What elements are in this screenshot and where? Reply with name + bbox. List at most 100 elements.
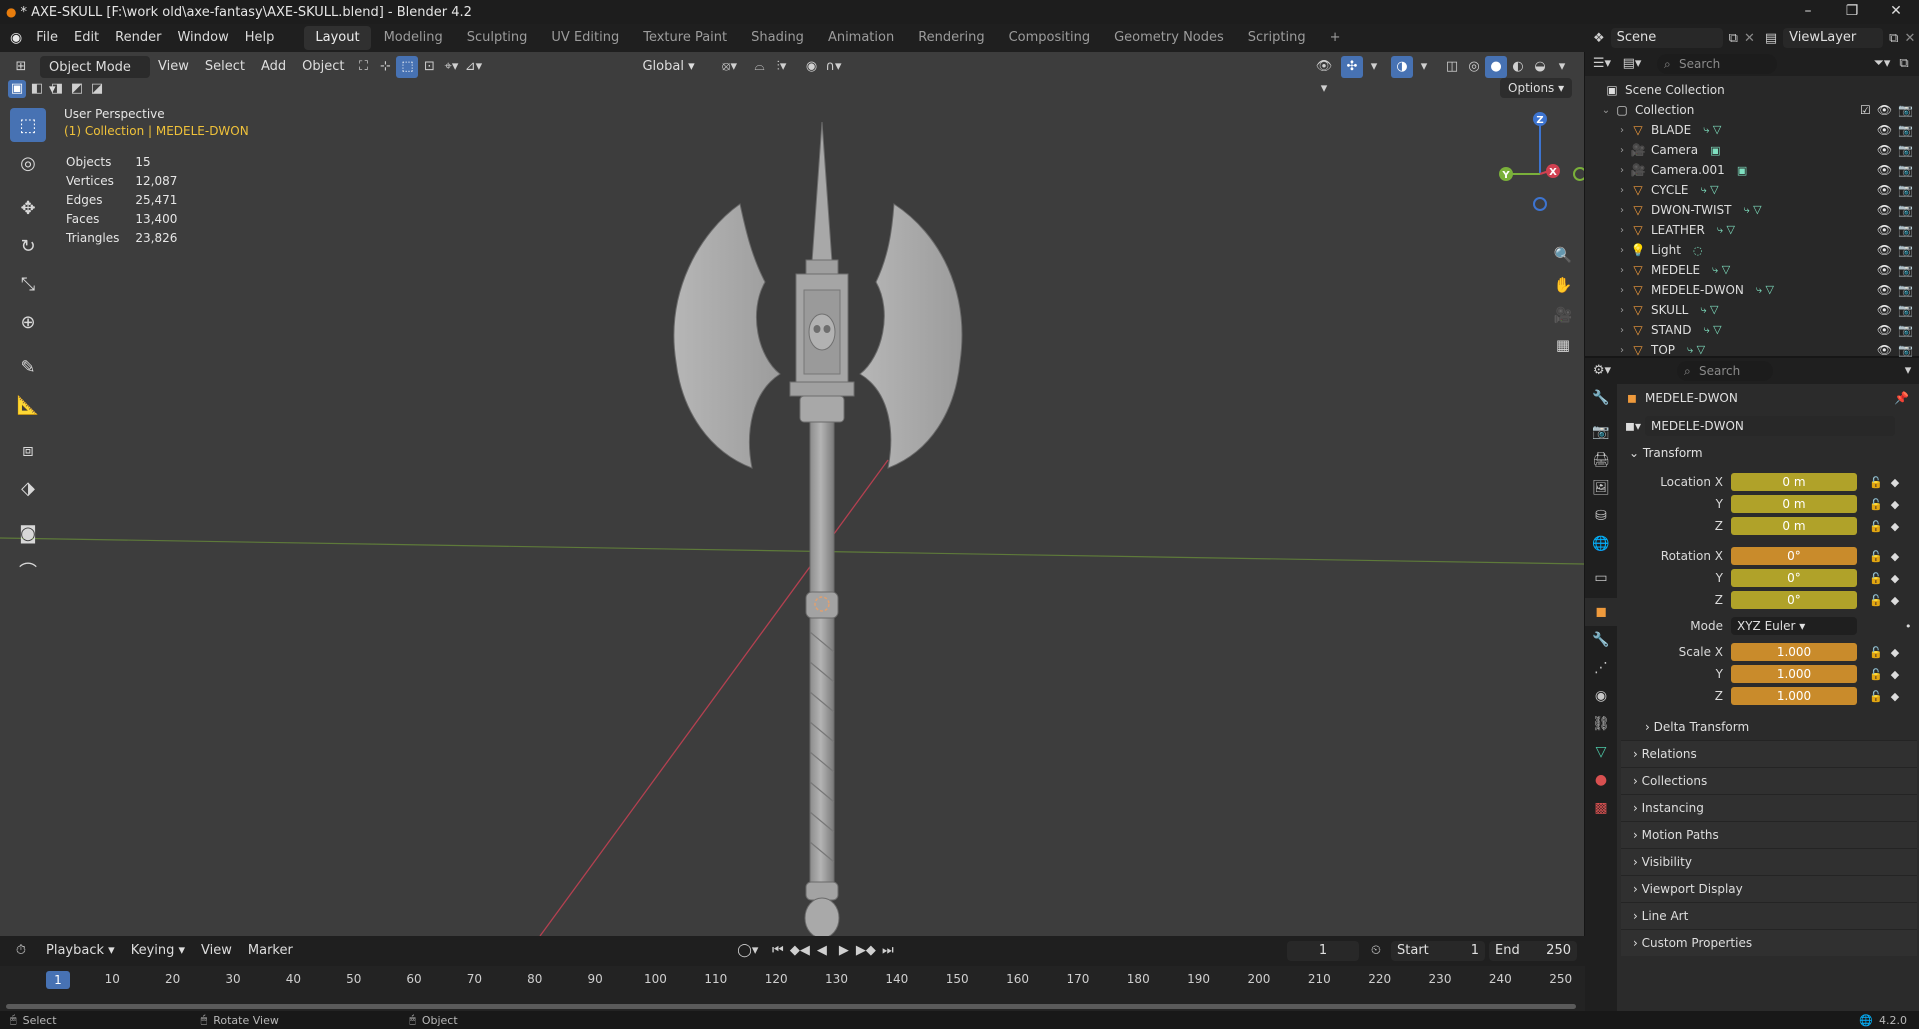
keyframe-icon[interactable]: ◆ bbox=[1891, 550, 1899, 563]
eye-icon[interactable]: 👁 bbox=[1877, 223, 1892, 237]
measure-tool-icon[interactable]: 📐 bbox=[10, 388, 46, 422]
outliner-item-cycle[interactable]: › ▽ CYCLE ⤷ ▽ 👁 📷 bbox=[1585, 180, 1919, 200]
preview-range-icon[interactable]: ⏲ bbox=[1365, 940, 1387, 962]
new-view-layer-icon[interactable]: ⧉ bbox=[1889, 31, 1898, 46]
annotate-tool-icon[interactable]: ✎ bbox=[10, 350, 46, 384]
lock-icon[interactable]: 🔓 bbox=[1869, 520, 1883, 533]
transform-affect-icon[interactable]: ⊡ bbox=[418, 56, 440, 78]
panel-viewport-display[interactable]: › Viewport Display bbox=[1621, 875, 1917, 902]
menu-edit[interactable]: Edit bbox=[66, 24, 107, 52]
overlays-dropdown-icon[interactable]: ▾ bbox=[1413, 56, 1435, 78]
keyframe-icon[interactable]: ◆ bbox=[1891, 594, 1899, 607]
modifier-mesh-data-icon[interactable]: ⤷ ▽ bbox=[1687, 343, 1705, 357]
modifier-mesh-data-icon[interactable]: ⤷ ▽ bbox=[1700, 303, 1718, 317]
play-reverse-icon[interactable]: ◀ bbox=[811, 940, 833, 962]
delta-transform-subpanel[interactable]: › Delta Transform bbox=[1621, 714, 1917, 740]
panel-relations[interactable]: › Relations bbox=[1621, 740, 1917, 767]
outliner-item-top[interactable]: › ▽ TOP ⤷ ▽ 👁 📷 bbox=[1585, 340, 1919, 360]
gizmo-neg-y-handle[interactable] bbox=[1573, 167, 1585, 181]
object-tab-icon[interactable]: ◼ bbox=[1585, 598, 1617, 626]
workspace-tab-modeling[interactable]: Modeling bbox=[373, 26, 454, 50]
keyframe-icon[interactable]: ◆ bbox=[1891, 520, 1899, 533]
view-layer-selector[interactable]: ViewLayer bbox=[1783, 28, 1884, 48]
end-frame-field[interactable]: End 250 bbox=[1489, 941, 1577, 961]
expand-chevron-icon[interactable]: › bbox=[1615, 225, 1629, 236]
camera-data-icon[interactable]: ▣ bbox=[1710, 144, 1720, 157]
xray-toggle-icon[interactable]: ◫ bbox=[1441, 56, 1463, 78]
lock-icon[interactable]: 🔓 bbox=[1869, 498, 1883, 511]
pin-icon[interactable]: 📌 bbox=[1894, 391, 1909, 405]
snap-target-icon[interactable]: ⫶▾ bbox=[770, 56, 792, 78]
shading-solid-icon[interactable]: ● bbox=[1485, 56, 1507, 78]
camera-data-icon[interactable]: ▣ bbox=[1737, 164, 1747, 177]
outliner-editor-type-icon[interactable]: ☰▾ bbox=[1591, 53, 1613, 75]
cursor-tool-icon[interactable]: ◎ bbox=[10, 146, 46, 180]
view-layer-tab-icon[interactable]: 🖼 bbox=[1585, 474, 1617, 502]
outliner-item-dwon-twist[interactable]: › ▽ DWON-TWIST ⤷ ▽ 👁 📷 bbox=[1585, 200, 1919, 220]
outliner-item-camera[interactable]: › 🎥 Camera ▣ 👁 📷 bbox=[1585, 140, 1919, 160]
modifier-mesh-data-icon[interactable]: ⤷ ▽ bbox=[1743, 203, 1761, 217]
jump-start-icon[interactable]: ⏮ bbox=[767, 940, 789, 962]
proportional-edit-icon[interactable]: ◉ bbox=[800, 56, 822, 78]
scale-x-field[interactable]: 1.000 bbox=[1731, 643, 1857, 661]
eye-icon[interactable]: 👁 bbox=[1877, 183, 1892, 197]
modifier-mesh-data-icon[interactable]: ⤷ ▽ bbox=[1717, 223, 1735, 237]
shading-material-icon[interactable]: ◐ bbox=[1507, 56, 1529, 78]
scene-selector[interactable]: Scene bbox=[1610, 28, 1723, 48]
camera-render-icon[interactable]: 📷 bbox=[1898, 243, 1913, 257]
snap-origins-icon[interactable]: ⛶ bbox=[352, 56, 374, 78]
collection-expand-chevron-icon[interactable]: ⌄ bbox=[1599, 105, 1613, 116]
pivot-icon[interactable]: ⌖▾ bbox=[440, 56, 462, 78]
new-scene-icon[interactable]: ⧉ bbox=[1729, 31, 1738, 46]
camera-render-icon[interactable]: 📷 bbox=[1898, 303, 1913, 317]
transform-panel-header[interactable]: ⌄ Transform bbox=[1621, 440, 1917, 466]
checkbox-icon[interactable]: ☑ bbox=[1860, 103, 1871, 117]
properties-editor-type-icon[interactable]: ⚙▾ bbox=[1591, 360, 1613, 382]
workspace-tab-shading[interactable]: Shading bbox=[740, 26, 815, 50]
camera-render-icon[interactable]: 📷 bbox=[1898, 223, 1913, 237]
gizmo-neg-z-handle[interactable] bbox=[1533, 197, 1547, 211]
material-tab-icon[interactable]: ● bbox=[1585, 766, 1617, 794]
select-subtract-icon[interactable]: ◨ bbox=[48, 80, 66, 98]
select-new-icon[interactable]: ▣ bbox=[8, 80, 26, 98]
remove-view-layer-icon[interactable]: ✕ bbox=[1904, 31, 1915, 46]
modifier-tab-icon[interactable]: 🔧 bbox=[1585, 626, 1617, 654]
shading-options-icon[interactable]: ▾ bbox=[1551, 56, 1573, 78]
panel-custom-properties[interactable]: › Custom Properties bbox=[1621, 929, 1917, 956]
minimize-button[interactable]: – bbox=[1786, 0, 1830, 24]
keyframe-icon[interactable]: ◆ bbox=[1891, 646, 1899, 659]
lock-icon[interactable]: 🔓 bbox=[1869, 646, 1883, 659]
keyframe-icon[interactable]: ◆ bbox=[1891, 498, 1899, 511]
move-tool-icon[interactable]: ✥ bbox=[10, 191, 46, 225]
workspace-tab-uv-editing[interactable]: UV Editing bbox=[540, 26, 630, 50]
object-type-dropdown-icon[interactable]: ◼▾ bbox=[1625, 419, 1641, 433]
rotate-tool-icon[interactable]: ↻ bbox=[10, 229, 46, 263]
outliner-item-skull[interactable]: › ▽ SKULL ⤷ ▽ 👁 📷 bbox=[1585, 300, 1919, 320]
keyframe-icon[interactable]: ◆ bbox=[1891, 476, 1899, 489]
particles-tab-icon[interactable]: ⋰ bbox=[1585, 654, 1617, 682]
start-frame-field[interactable]: Start 1 bbox=[1391, 941, 1485, 961]
camera-render-icon[interactable]: 📷 bbox=[1898, 183, 1913, 197]
snap-icon[interactable]: ⌓ bbox=[748, 56, 770, 78]
visibility-selectability-icon[interactable]: 👁▾ bbox=[1313, 56, 1335, 96]
outliner-item-medele[interactable]: › ▽ MEDELE ⤷ ▽ 👁 📷 bbox=[1585, 260, 1919, 280]
location-x-field[interactable]: 0 m bbox=[1731, 473, 1857, 491]
lock-icon[interactable]: 🔓 bbox=[1869, 550, 1883, 563]
properties-options-icon[interactable]: ▾ bbox=[1897, 360, 1919, 382]
camera-render-icon[interactable]: 📷 bbox=[1898, 123, 1913, 137]
expand-chevron-icon[interactable]: › bbox=[1615, 145, 1629, 156]
gizmo-toggle-icon[interactable]: ✣ bbox=[1341, 56, 1363, 78]
rotation-mode-dropdown[interactable]: XYZ Euler ▾ bbox=[1731, 617, 1857, 635]
expand-chevron-icon[interactable]: › bbox=[1615, 125, 1629, 136]
blender-menu-icon[interactable]: ◉ bbox=[10, 30, 22, 46]
overlays-toggle-icon[interactable]: ◑ bbox=[1391, 56, 1413, 78]
timeline-menu-keying[interactable]: Keying ▾ bbox=[123, 940, 193, 962]
current-frame-marker[interactable]: 1 bbox=[46, 971, 70, 989]
play-icon[interactable]: ▶ bbox=[833, 940, 855, 962]
panel-visibility[interactable]: › Visibility bbox=[1621, 848, 1917, 875]
keyframe-icon[interactable]: ◆ bbox=[1891, 668, 1899, 681]
select-box-tool-icon[interactable]: ⬚ bbox=[10, 108, 46, 142]
eye-icon[interactable]: 👁 bbox=[1877, 103, 1892, 117]
panel-instancing[interactable]: › Instancing bbox=[1621, 794, 1917, 821]
jump-keyframe-forward-icon[interactable]: ▶◆ bbox=[855, 940, 877, 962]
